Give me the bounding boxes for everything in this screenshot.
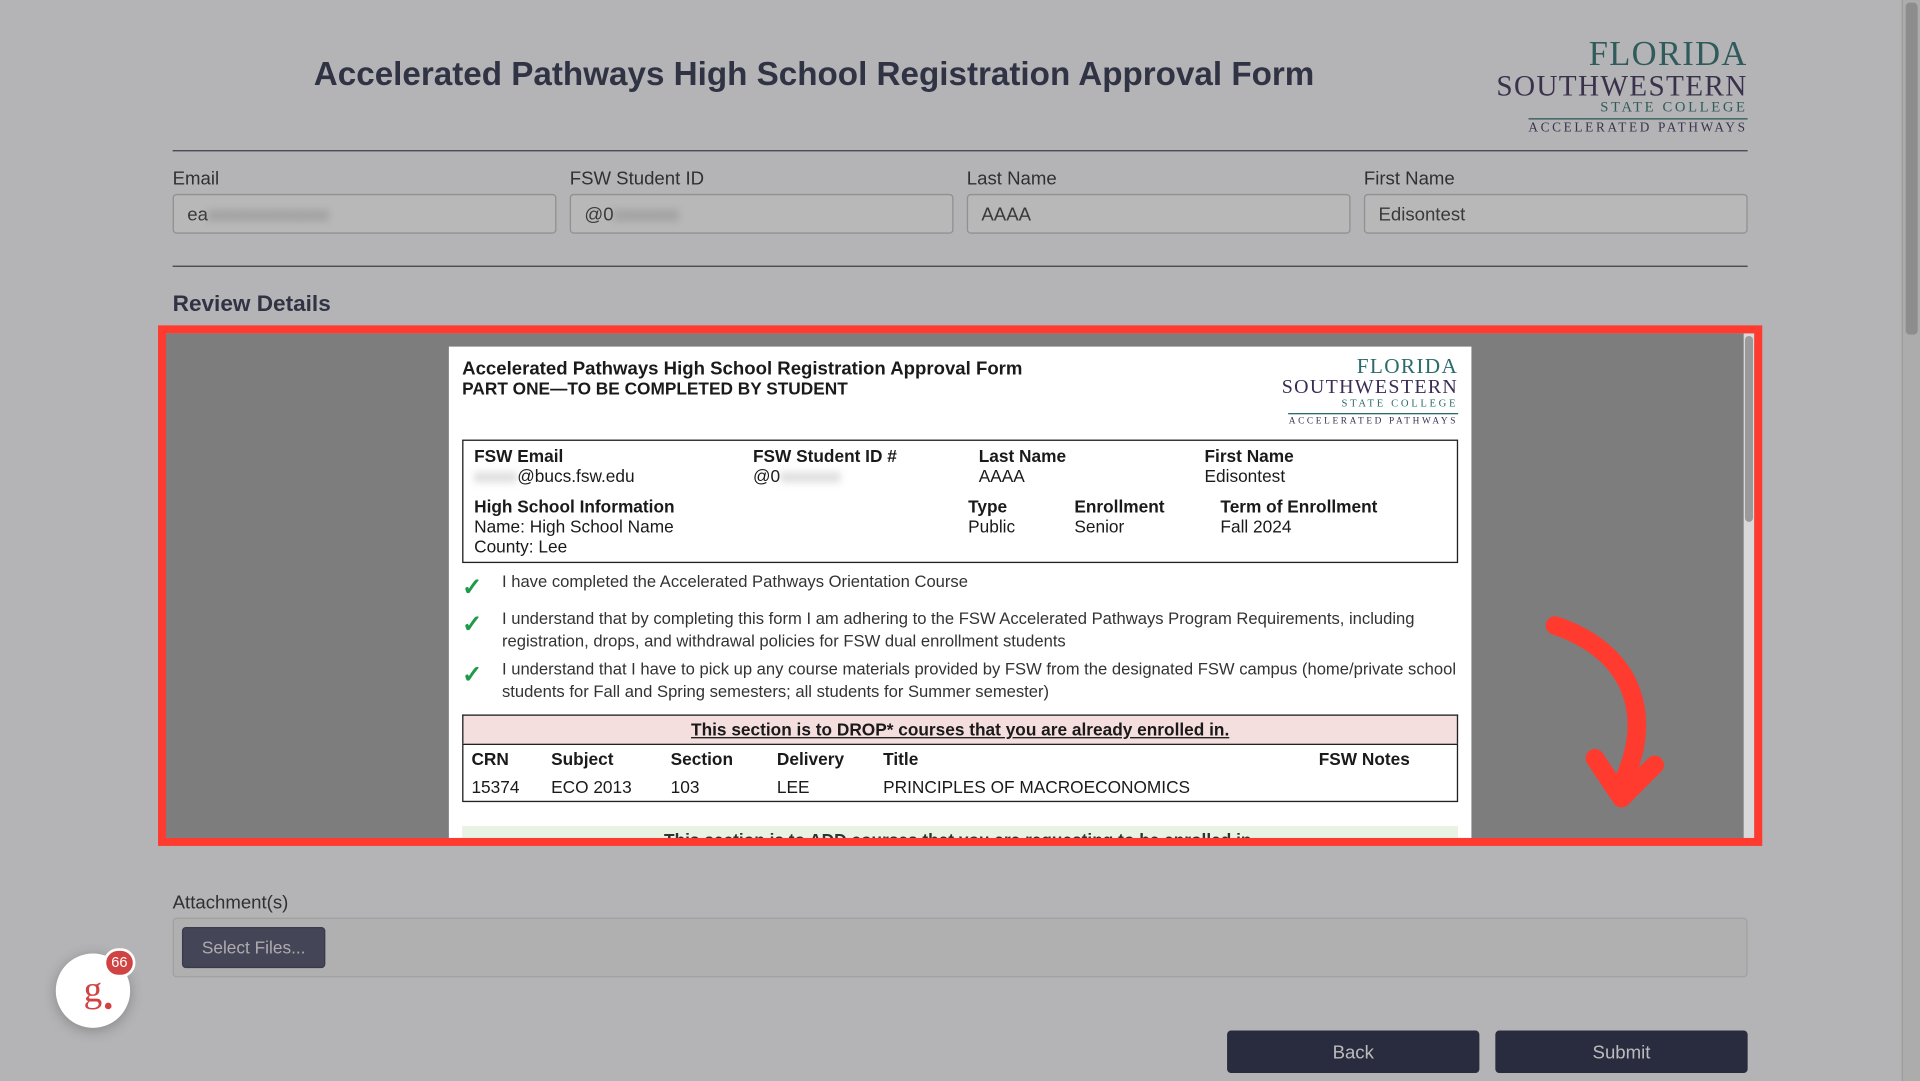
doc-hs-label: High School Information [474, 497, 957, 517]
check-icon: ✓ [462, 609, 483, 641]
doc-term-label: Term of Enrollment [1220, 497, 1377, 517]
ack-text: I have completed the Accelerated Pathway… [502, 571, 968, 593]
attachments-box[interactable]: Select Files... [173, 918, 1748, 978]
drop-table-header: CRN Subject Section Delivery Title FSW N… [463, 745, 1456, 773]
doc-acknowledgements: ✓ I have completed the Accelerated Pathw… [462, 571, 1458, 704]
back-button[interactable]: Back [1227, 1031, 1479, 1073]
ack-text: I understand that I have to pick up any … [502, 659, 1458, 704]
first-name-label: First Name [1364, 167, 1748, 188]
doc-type-label: Type [968, 497, 1048, 517]
review-area: Accelerated Pathways High School Registr… [166, 333, 1754, 838]
doc-id-label: FSW Student ID # [753, 446, 958, 466]
logo-florida: FLORIDA [1455, 37, 1747, 72]
doc-part: PART ONE—TO BE COMPLETED BY STUDENT [462, 378, 1022, 398]
ack-text: I understand that by completing this for… [502, 609, 1458, 654]
footer-buttons: Back Submit [0, 977, 1920, 1073]
doc-hs-county: County: Lee [474, 537, 957, 557]
doc-enroll-label: Enrollment [1074, 497, 1194, 517]
drop-section-header: This section is to DROP* courses that yo… [462, 714, 1458, 743]
select-files-button[interactable]: Select Files... [182, 927, 325, 968]
embedded-document: Accelerated Pathways High School Registr… [449, 347, 1472, 838]
doc-enroll-value: Senior [1074, 517, 1194, 537]
review-details-heading: Review Details [0, 267, 1920, 325]
add-section-header: This section is to ADD courses that you … [462, 826, 1458, 838]
student-id-field[interactable]: @0xxxxxxx [570, 194, 954, 234]
logo: FLORIDA SOUTHWESTERN STATE COLLEGE ACCEL… [1455, 37, 1747, 137]
page-scrollbar-thumb[interactable] [1906, 3, 1918, 335]
check-icon: ✓ [462, 571, 483, 603]
ack-row: ✓ I understand that I have to pick up an… [462, 659, 1458, 704]
email-value: eaxxxxxxxxxxxxx [187, 203, 329, 224]
logo-accelerated-pathways: ACCELERATED PATHWAYS [1528, 118, 1747, 135]
first-name-value: Edisontest [1378, 203, 1465, 224]
drop-table-row: 15374 ECO 2013 103 LEE PRINCIPLES OF MAC… [463, 773, 1456, 801]
student-id-value: @0xxxxxxx [584, 203, 678, 224]
last-name-label: Last Name [967, 167, 1351, 188]
doc-last-value: AAAA [979, 466, 1184, 486]
doc-hs-name: Name: High School Name [474, 517, 957, 537]
email-field[interactable]: eaxxxxxxxxxxxxx [173, 194, 557, 234]
doc-first-label: First Name [1204, 446, 1446, 466]
logo-state-college: STATE COLLEGE [1455, 101, 1747, 116]
page-title: Accelerated Pathways High School Registr… [173, 37, 1456, 94]
student-info-row: Email eaxxxxxxxxxxxxx FSW Student ID @0x… [0, 151, 1920, 233]
doc-title: Accelerated Pathways High School Registr… [462, 357, 1022, 378]
doc-id-value: @0xxxxxxx [753, 466, 958, 486]
student-id-label: FSW Student ID [570, 167, 954, 188]
ack-row: ✓ I understand that by completing this f… [462, 609, 1458, 654]
header: Accelerated Pathways High School Registr… [0, 0, 1920, 137]
review-scrollbar-thumb[interactable] [1745, 336, 1753, 522]
logo-southwestern: SOUTHWESTERN [1455, 72, 1747, 101]
doc-term-value: Fall 2024 [1220, 517, 1377, 537]
review-scrollbar[interactable] [1744, 333, 1755, 838]
page-scrollbar[interactable] [1902, 0, 1920, 1081]
doc-last-label: Last Name [979, 446, 1184, 466]
attachments-label: Attachment(s) [0, 838, 1920, 918]
dot-icon [105, 1003, 112, 1010]
assistant-widget-glyph: g [84, 969, 103, 1011]
submit-button[interactable]: Submit [1495, 1031, 1747, 1073]
doc-logo: FLORIDA SOUTHWESTERN STATE COLLEGE ACCEL… [1259, 357, 1458, 426]
drop-table: CRN Subject Section Delivery Title FSW N… [462, 743, 1458, 801]
check-icon: ✓ [462, 659, 483, 691]
doc-email-label: FSW Email [474, 446, 732, 466]
last-name-value: AAAA [981, 203, 1031, 224]
assistant-widget[interactable]: g 66 [56, 954, 130, 1028]
first-name-field[interactable]: Edisontest [1364, 194, 1748, 234]
assistant-widget-badge: 66 [103, 948, 135, 977]
email-label: Email [173, 167, 557, 188]
last-name-field[interactable]: AAAA [967, 194, 1351, 234]
ack-row: ✓ I have completed the Accelerated Pathw… [462, 571, 1458, 603]
doc-type-value: Public [968, 517, 1048, 537]
page: Accelerated Pathways High School Registr… [0, 0, 1920, 1081]
doc-info-box: FSW Email xxxxx@bucs.fsw.edu FSW Student… [462, 440, 1458, 564]
doc-first-value: Edisontest [1204, 466, 1446, 486]
doc-email-value: xxxxx@bucs.fsw.edu [474, 466, 732, 486]
review-viewport[interactable]: Accelerated Pathways High School Registr… [166, 333, 1754, 838]
